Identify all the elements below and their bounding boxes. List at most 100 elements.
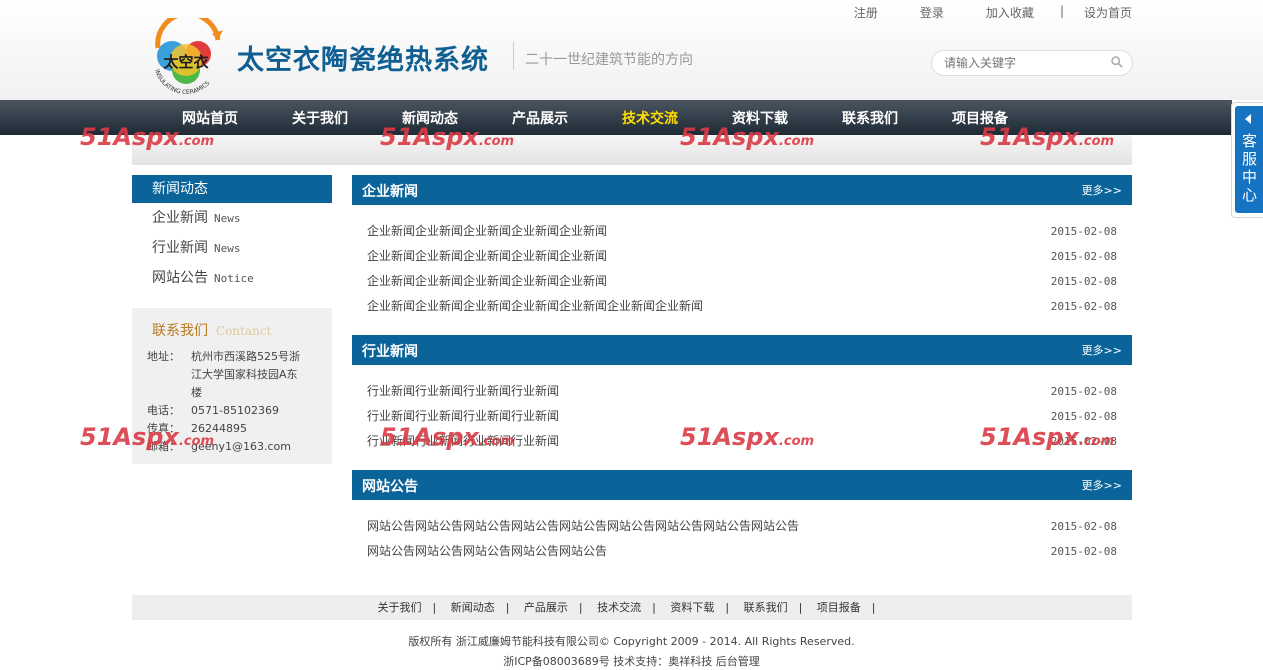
news-date: 2015-02-08 <box>1050 435 1117 448</box>
sidebar: 新闻动态 企业新闻 News 行业新闻 News 网站公告 Notice <box>132 175 332 293</box>
news-date: 2015-02-08 <box>1050 275 1117 288</box>
contact-title: 联系我们 Contanct <box>152 320 271 340</box>
footer-separator: | <box>505 601 510 614</box>
footer-separator: | <box>652 601 656 614</box>
header-divider <box>513 42 514 70</box>
section-notice: 网站公告 更多>> 网站公告网站公告网站公告网站公告网站公告网站公告网站公告网站… <box>352 470 1132 570</box>
fax-label: 传真： <box>147 422 180 435</box>
register-link[interactable]: 注册 <box>854 4 878 21</box>
nav-item-products[interactable]: 产品展示 <box>512 108 568 128</box>
news-title[interactable]: 企业新闻企业新闻企业新闻企业新闻企业新闻企业新闻企业新闻 <box>367 299 703 313</box>
set-homepage-link[interactable]: 设为首页 <box>1084 4 1132 21</box>
fax-value: 26244895 <box>191 422 247 435</box>
section-company-news: 企业新闻 更多>> 企业新闻企业新闻企业新闻企业新闻企业新闻 2015-02-08… <box>352 175 1132 325</box>
news-title[interactable]: 企业新闻企业新闻企业新闻企业新闻企业新闻 <box>367 224 607 238</box>
section-title: 行业新闻 <box>362 344 418 360</box>
sidebar-item-label: 行业新闻 <box>152 240 208 256</box>
top-links-separator: | <box>1059 4 1064 18</box>
nav-item-project[interactable]: 项目报备 <box>952 108 1008 128</box>
footer-link-contact[interactable]: 联系我们 <box>744 601 788 614</box>
news-date: 2015-02-08 <box>1050 520 1117 533</box>
sidebar-item-company-news[interactable]: 企业新闻 News <box>132 203 332 233</box>
brand-title: 太空衣陶瓷绝热系统 <box>237 45 489 76</box>
contact-address: 地址： 杭州市西溪路525号浙 <box>147 348 300 364</box>
footer-separator: | <box>578 601 583 614</box>
news-title[interactable]: 行业新闻行业新闻行业新闻行业新闻 <box>367 384 559 398</box>
address-label: 地址： <box>147 350 180 363</box>
news-title[interactable]: 行业新闻行业新闻行业新闻行业新闻 <box>367 434 559 448</box>
icp-number[interactable]: 浙ICP备08003689号 <box>503 655 610 668</box>
logo-text: 太空衣 <box>163 53 208 71</box>
customer-service-tab[interactable]: 客服中心 <box>1231 102 1263 218</box>
search-box <box>931 50 1133 76</box>
nav-item-tech[interactable]: 技术交流 <box>622 108 678 128</box>
phone-label: 电话： <box>147 404 180 417</box>
more-link[interactable]: 更多>> <box>1082 342 1122 358</box>
sidebar-item-industry-news[interactable]: 行业新闻 News <box>132 233 332 263</box>
search-input[interactable] <box>942 55 1106 71</box>
news-date: 2015-02-08 <box>1050 250 1117 263</box>
sidebar-item-notice[interactable]: 网站公告 Notice <box>132 263 332 293</box>
news-title[interactable]: 企业新闻企业新闻企业新闻企业新闻企业新闻 <box>367 274 607 288</box>
nav-item-contact[interactable]: 联系我们 <box>842 108 898 128</box>
nav-item-about[interactable]: 关于我们 <box>292 108 348 128</box>
search-icon[interactable] <box>1111 56 1123 68</box>
login-link[interactable]: 登录 <box>920 4 944 21</box>
footer-link-products[interactable]: 产品展示 <box>524 601 568 614</box>
contact-fax: 传真： 26244895 <box>147 420 247 436</box>
section-header: 网站公告 更多>> <box>352 470 1132 500</box>
section-industry-news: 行业新闻 更多>> 行业新闻行业新闻行业新闻行业新闻 2015-02-08 行业新… <box>352 335 1132 460</box>
email-label: 邮箱： <box>147 440 180 453</box>
arrow-left-icon <box>1245 114 1251 124</box>
contact-box: 联系我们 Contanct 地址： 杭州市西溪路525号浙 江大学国家科技园A东 楼… <box>132 308 332 464</box>
customer-service-label: 客服中心 <box>1242 132 1258 204</box>
header: 注册 登录 加入收藏 | 设为首页 太空衣 INSULATING CERAMIC… <box>0 0 1263 100</box>
email-value[interactable]: geeny1@163.com <box>191 440 291 453</box>
section-title: 企业新闻 <box>362 184 418 200</box>
news-date: 2015-02-08 <box>1050 410 1117 423</box>
address-line-2: 江大学国家科技园A东 <box>191 368 298 381</box>
more-link[interactable]: 更多>> <box>1082 477 1122 493</box>
sidebar-title: 新闻动态 <box>132 175 332 203</box>
list-item: 网站公告网站公告网站公告网站公告网站公告 2015-02-08 <box>367 539 1117 564</box>
list-item: 网站公告网站公告网站公告网站公告网站公告网站公告网站公告网站公告网站公告 2015… <box>367 514 1117 539</box>
main-nav: 网站首页 关于我们 新闻动态 产品展示 技术交流 资料下载 联系我们 项目报备 <box>0 100 1232 135</box>
section-title: 网站公告 <box>362 479 418 495</box>
news-title[interactable]: 企业新闻企业新闻企业新闻企业新闻企业新闻 <box>367 249 607 263</box>
copyright: 版权所有 浙江威廉姆节能科技有限公司© Copyright 2009 - 201… <box>408 635 855 648</box>
list-item: 行业新闻行业新闻行业新闻行业新闻 2015-02-08 <box>367 429 1117 454</box>
footer-link-project[interactable]: 项目报备 <box>817 601 861 614</box>
news-title[interactable]: 网站公告网站公告网站公告网站公告网站公告 <box>367 544 607 558</box>
nav-item-downloads[interactable]: 资料下载 <box>732 108 788 128</box>
more-link[interactable]: 更多>> <box>1082 182 1122 198</box>
list-item: 企业新闻企业新闻企业新闻企业新闻企业新闻 2015-02-08 <box>367 269 1117 294</box>
nav-item-home[interactable]: 网站首页 <box>182 108 238 128</box>
top-links: 注册 登录 加入收藏 | 设为首页 <box>854 4 1132 21</box>
footer-link-downloads[interactable]: 资料下载 <box>670 601 714 614</box>
contact-title-en: Contanct <box>216 324 272 338</box>
add-favorite-link[interactable]: 加入收藏 <box>986 4 1034 21</box>
logo[interactable]: 太空衣 INSULATING CERAMICS <box>146 18 226 94</box>
news-date: 2015-02-08 <box>1050 225 1117 238</box>
contact-email: 邮箱： geeny1@163.com <box>147 438 291 454</box>
admin-link[interactable]: 后台管理 <box>716 655 760 668</box>
news-date: 2015-02-08 <box>1050 385 1117 398</box>
address-line-1: 杭州市西溪路525号浙 <box>191 350 300 363</box>
footer-link-tech[interactable]: 技术交流 <box>597 601 641 614</box>
tech-support-link[interactable]: 奥祥科技 <box>668 655 712 668</box>
nav-item-news[interactable]: 新闻动态 <box>402 108 458 128</box>
news-title[interactable]: 网站公告网站公告网站公告网站公告网站公告网站公告网站公告网站公告网站公告 <box>367 519 799 533</box>
footer-link-about[interactable]: 关于我们 <box>377 601 421 614</box>
footer-link-news[interactable]: 新闻动态 <box>451 601 495 614</box>
tech-support-label: 技术支持： <box>613 655 669 668</box>
slogan: 二十一世纪建筑节能的方向 <box>525 52 693 68</box>
customer-service-panel: 客服中心 <box>1235 106 1263 213</box>
list-item: 企业新闻企业新闻企业新闻企业新闻企业新闻企业新闻企业新闻 2015-02-08 <box>367 294 1117 319</box>
sidebar-item-en: News <box>214 242 241 255</box>
news-date: 2015-02-08 <box>1050 300 1117 313</box>
footer-info: 浙ICP备08003689号 技术支持：奥祥科技 后台管理 <box>0 653 1263 669</box>
news-title[interactable]: 行业新闻行业新闻行业新闻行业新闻 <box>367 409 559 423</box>
footer-nav: 关于我们 | 新闻动态 | 产品展示 | 技术交流 | 资料下载 | 联系我们 | 项目报备… <box>132 595 1132 620</box>
sidebar-item-label: 网站公告 <box>152 270 208 286</box>
banner-strip <box>132 135 1132 165</box>
